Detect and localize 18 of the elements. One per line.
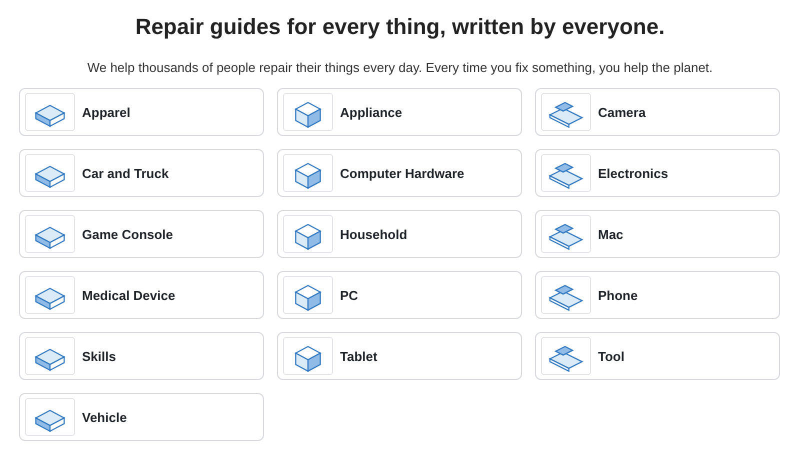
category-card[interactable]: Car and Truck (19, 149, 264, 197)
category-card[interactable]: Household (277, 210, 522, 258)
category-card[interactable]: Medical Device (19, 271, 264, 319)
category-card[interactable]: Electronics (535, 149, 780, 197)
category-card[interactable]: PC (277, 271, 522, 319)
category-card[interactable]: Skills (19, 332, 264, 380)
category-card[interactable]: Appliance (277, 88, 522, 136)
category-card[interactable]: Game Console (19, 210, 264, 258)
category-card[interactable]: Tool (535, 332, 780, 380)
category-card[interactable]: Mac (535, 210, 780, 258)
category-card[interactable]: Camera (535, 88, 780, 136)
page-subheading: We help thousands of people repair their things every day. Every time you fix something, you help the planet. (86, 60, 714, 76)
category-card[interactable]: Phone (535, 271, 780, 319)
category-card[interactable]: Vehicle (19, 393, 264, 441)
page-heading: Repair guides for every thing, written by everyone. (134, 13, 666, 41)
category-card[interactable]: Computer Hardware (277, 149, 522, 197)
category-card[interactable]: Tablet (277, 332, 522, 380)
category-card[interactable]: Apparel (19, 88, 264, 136)
